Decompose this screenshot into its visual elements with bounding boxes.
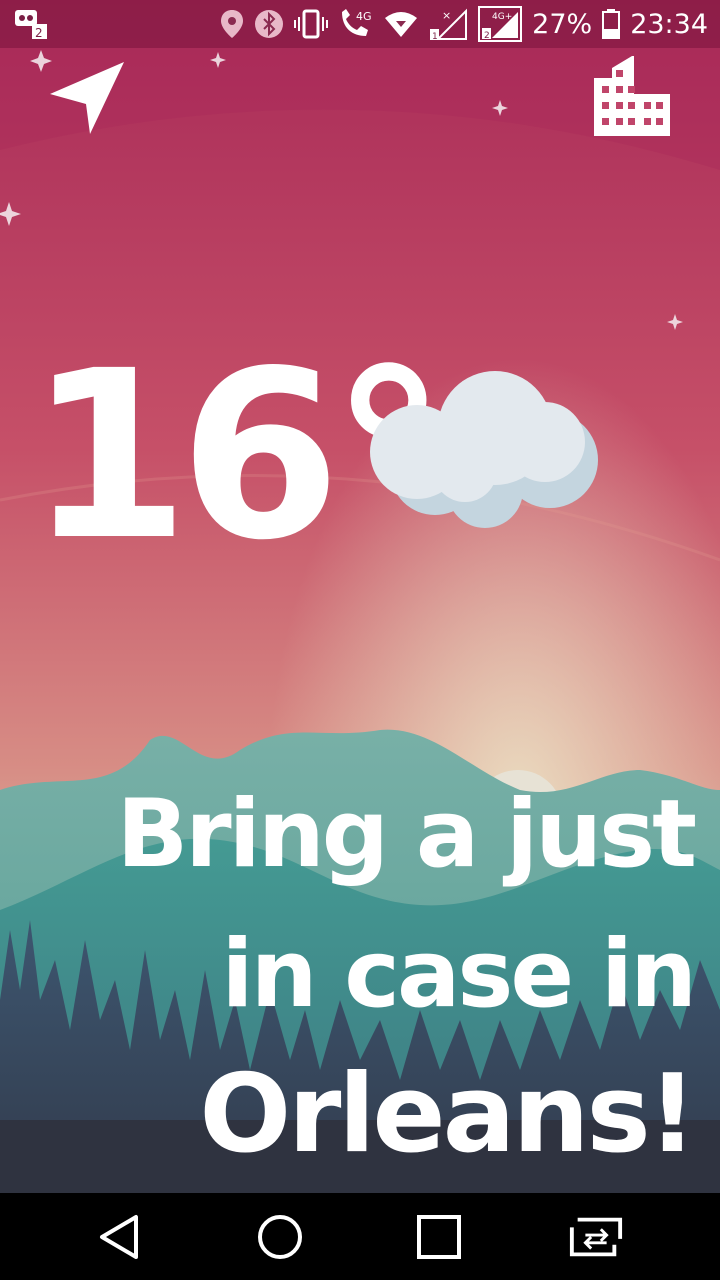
location-button[interactable] <box>48 58 128 142</box>
bluetooth-icon <box>254 9 284 39</box>
home-circle-icon <box>258 1215 302 1259</box>
volte-call-icon: 4G <box>338 8 374 40</box>
svg-text:2: 2 <box>484 31 490 41</box>
weather-advice-message: Bring a just in case in Orleans! <box>14 765 697 1185</box>
svg-text:4G: 4G <box>356 10 372 23</box>
notification-icon: 2 <box>14 8 48 40</box>
svg-text:×: × <box>442 9 451 22</box>
back-triangle-icon <box>100 1215 138 1259</box>
wifi-icon <box>384 10 418 38</box>
city-buildings-icon <box>594 56 670 136</box>
status-bar: 2 4G × 1 4G+ 2 27% 23:34 <box>0 0 720 48</box>
switch-apps-icon <box>569 1217 623 1257</box>
message-line-2: in case in <box>221 920 697 1029</box>
svg-text:4G+: 4G+ <box>492 12 512 22</box>
location-arrow-icon <box>50 62 124 134</box>
city-select-button[interactable] <box>594 56 672 140</box>
recents-square-icon <box>417 1215 461 1259</box>
recents-button[interactable] <box>411 1211 467 1263</box>
location-pin-icon <box>220 9 244 39</box>
cloud-icon <box>370 371 598 528</box>
battery-icon <box>602 9 621 39</box>
signal-sim2-icon: 4G+ 2 <box>478 6 523 42</box>
clock-time: 23:34 <box>630 8 708 40</box>
svg-text:1: 1 <box>432 32 438 41</box>
back-button[interactable] <box>92 1211 148 1263</box>
svg-text:2: 2 <box>35 26 43 40</box>
message-line-1: Bring a just <box>116 780 697 889</box>
switch-apps-button[interactable] <box>568 1211 624 1263</box>
home-button[interactable] <box>252 1211 308 1263</box>
message-line-3: Orleans! <box>199 1052 697 1177</box>
weather-condition <box>365 370 605 534</box>
signal-sim1-icon: × 1 <box>428 7 468 41</box>
battery-percent: 27% <box>532 8 593 40</box>
vibrate-icon <box>294 9 329 39</box>
navigation-bar <box>0 1193 720 1280</box>
